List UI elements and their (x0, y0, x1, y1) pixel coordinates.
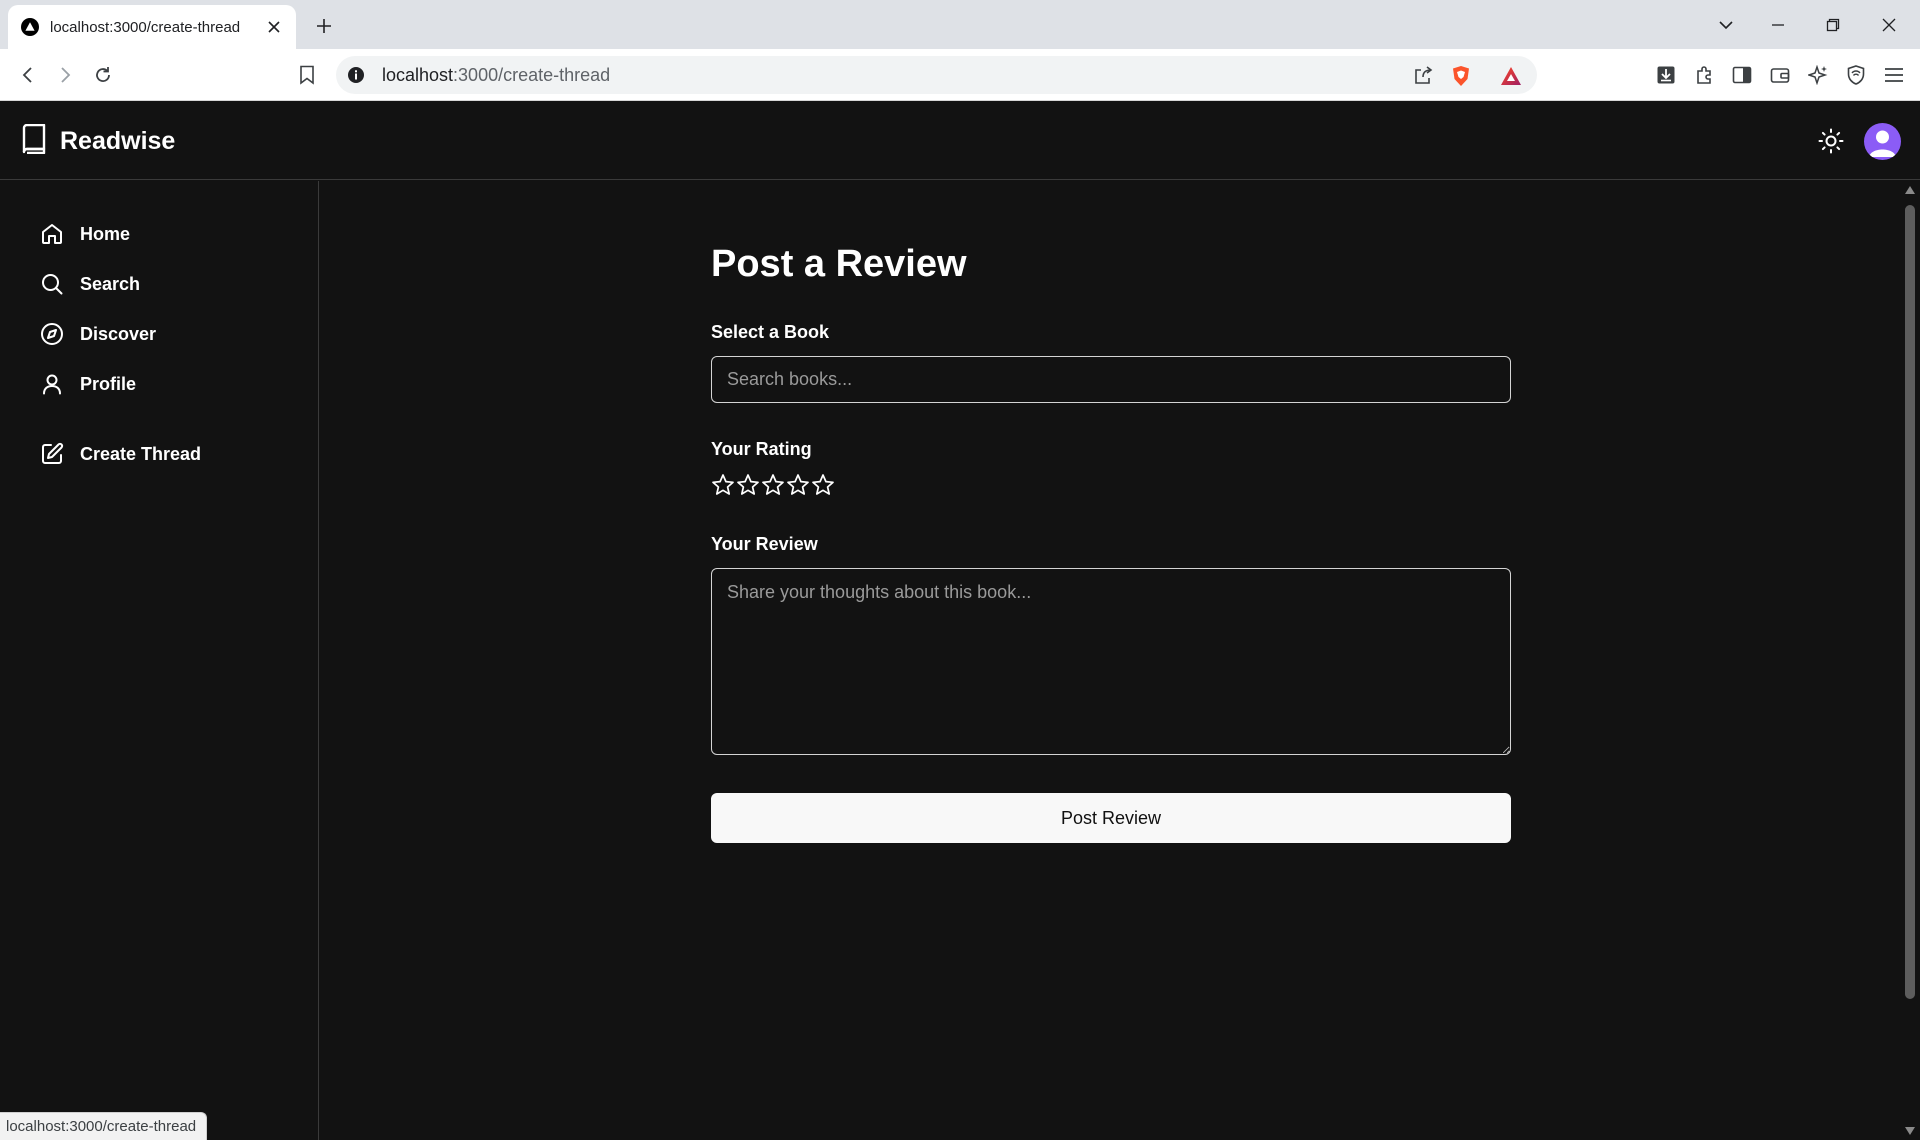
extensions-icon[interactable] (1689, 60, 1719, 90)
post-review-button[interactable]: Post Review (711, 793, 1511, 843)
minimize-icon[interactable] (1763, 10, 1793, 40)
browser-tab-strip: localhost:3000/create-thread (0, 0, 1920, 49)
share-icon[interactable] (1410, 63, 1436, 89)
address-bar[interactable]: localhost:3000/create-thread (336, 56, 1537, 94)
url-path: :3000/create-thread (453, 65, 611, 85)
close-tab-icon[interactable] (262, 15, 286, 39)
review-textarea[interactable] (711, 568, 1511, 755)
compass-icon (38, 320, 66, 348)
link-status-bubble: localhost:3000/create-thread (0, 1112, 208, 1140)
edit-icon (38, 440, 66, 468)
back-icon[interactable] (13, 60, 43, 90)
forward-icon[interactable] (50, 60, 80, 90)
scroll-thumb[interactable] (1905, 205, 1915, 999)
tab-search-chevron-icon[interactable] (1711, 10, 1741, 40)
bookmark-icon[interactable] (292, 60, 322, 90)
scroll-up-icon[interactable] (1905, 185, 1915, 195)
triangle-logo-icon (20, 17, 40, 37)
brand-logo[interactable]: Readwise (20, 123, 176, 159)
sidebar-item-label: Profile (80, 373, 137, 394)
book-icon (20, 123, 48, 159)
sidebar-toggle-icon[interactable] (1727, 60, 1757, 90)
book-search-input[interactable] (711, 356, 1511, 403)
page-title: Post a Review (711, 243, 967, 285)
tab-title: localhost:3000/create-thread (50, 18, 241, 36)
avatar[interactable] (1864, 123, 1901, 160)
star-icon[interactable] (810, 472, 835, 497)
browser-tab-active[interactable]: localhost:3000/create-thread (8, 5, 296, 49)
sidebar-item-create-thread[interactable]: Create Thread (38, 436, 298, 472)
sidebar-item-home[interactable]: Home (38, 216, 298, 252)
star-icon[interactable] (760, 472, 785, 497)
app-header: Readwise (0, 102, 1920, 180)
main-content: Post a Review Select a Book Your Rating … (320, 181, 1900, 1140)
new-tab-button[interactable] (310, 12, 338, 40)
sidebar-item-label: Create Thread (80, 443, 202, 464)
sidebar: Home Search Discover Profile Create Thre… (0, 181, 319, 1140)
book-field-label: Select a Book (711, 322, 830, 342)
page-scrollbar[interactable] (1900, 181, 1920, 1140)
download-icon[interactable] (1651, 60, 1681, 90)
scroll-down-icon[interactable] (1905, 1126, 1915, 1136)
user-icon (38, 370, 66, 398)
reload-icon[interactable] (88, 60, 118, 90)
star-icon[interactable] (735, 472, 760, 497)
sidebar-item-label: Discover (80, 323, 157, 344)
home-icon (38, 220, 66, 248)
star-icon[interactable] (710, 472, 735, 497)
browser-toolbar: localhost:3000/create-thread (0, 49, 1920, 101)
star-icon[interactable] (785, 472, 810, 497)
sun-icon (1818, 128, 1844, 159)
url-host: localhost (382, 65, 454, 85)
menu-icon[interactable] (1879, 60, 1909, 90)
sidebar-item-label: Search (80, 273, 141, 294)
review-field-label: Your Review (711, 534, 818, 554)
site-info-icon[interactable] (346, 65, 366, 85)
search-icon (38, 270, 66, 298)
wallet-icon[interactable] (1765, 60, 1795, 90)
theme-toggle-button[interactable] (1814, 126, 1848, 160)
restore-icon[interactable] (1818, 10, 1848, 40)
brave-shield-icon[interactable] (1448, 63, 1474, 89)
brand-name: Readwise (60, 127, 176, 155)
close-window-icon[interactable] (1874, 10, 1904, 40)
sidebar-item-profile[interactable]: Profile (38, 366, 298, 402)
star-rating (710, 472, 835, 497)
sidebar-item-discover[interactable]: Discover (38, 316, 298, 352)
sidebar-item-search[interactable]: Search (38, 266, 298, 302)
brave-rewards-icon[interactable] (1498, 63, 1524, 89)
vpn-shield-icon[interactable] (1841, 60, 1871, 90)
url-text: localhost:3000/create-thread (382, 65, 610, 86)
rating-field-label: Your Rating (711, 439, 812, 459)
leo-ai-icon[interactable] (1803, 60, 1833, 90)
sidebar-item-label: Home (80, 223, 131, 244)
